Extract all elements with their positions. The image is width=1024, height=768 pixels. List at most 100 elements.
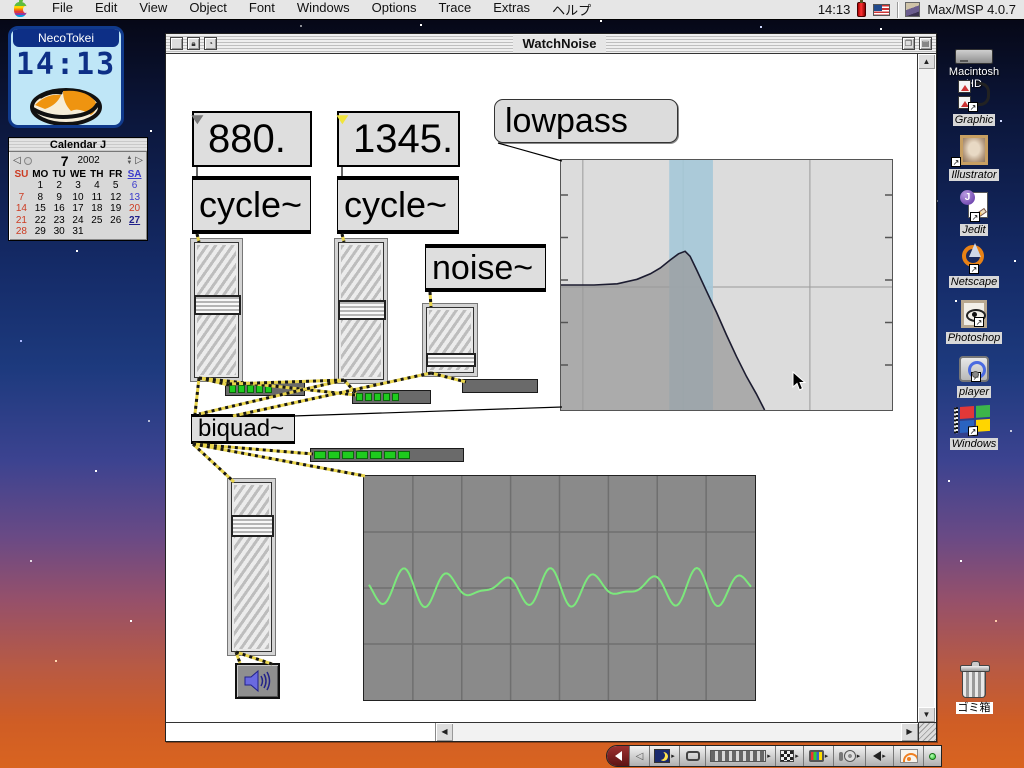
- calendar-widget[interactable]: Calendar J ◁ 7 2002 ▲▼ ▷ SUMOTUWETHFRSA1…: [8, 137, 148, 241]
- apple-menu-icon[interactable]: [14, 2, 27, 17]
- close-box-icon[interactable]: [170, 37, 183, 50]
- calendar-day[interactable]: 30: [50, 226, 69, 237]
- filtergraph-display[interactable]: [560, 159, 893, 411]
- menu-file[interactable]: File: [41, 0, 84, 21]
- file-sharing-module[interactable]: [679, 746, 705, 766]
- horizontal-scroll-track[interactable]: [453, 723, 901, 741]
- desktop-icon-windows[interactable]: ↗ Windows: [941, 402, 1007, 452]
- slider-thumb[interactable]: [426, 353, 476, 367]
- order-dial-icon[interactable]: ◔︎: [204, 37, 217, 50]
- vertical-scroll-track[interactable]: [918, 69, 934, 707]
- object-box-biquad[interactable]: biquad~: [191, 414, 295, 444]
- gain-slider-1[interactable]: [194, 242, 239, 378]
- desktop-icon-netscape[interactable]: ↗ Netscape: [941, 240, 1007, 290]
- calendar-day[interactable]: 4: [87, 180, 106, 191]
- calendar-prev-arrow[interactable]: ◁: [13, 155, 21, 166]
- calendar-day[interactable]: 3: [69, 180, 88, 191]
- umenu-filter-mode[interactable]: lowpass: [494, 99, 678, 143]
- calendar-day[interactable]: 15: [31, 203, 50, 214]
- energy-saver-module[interactable]: ▸: [649, 746, 679, 766]
- vertical-scrollbar[interactable]: ▲ ▼: [917, 54, 934, 722]
- calendar-day[interactable]: 2: [50, 180, 69, 191]
- calendar-next-arrow[interactable]: ▷: [135, 155, 143, 166]
- menu-font[interactable]: Font: [238, 0, 286, 21]
- menu-extras[interactable]: Extras: [482, 0, 541, 21]
- calendar-day[interactable]: 5: [106, 180, 125, 191]
- calendar-day[interactable]: 12: [106, 192, 125, 203]
- menubar-clock[interactable]: 14:13: [818, 2, 851, 17]
- lock-icon[interactable]: 🔒︎: [187, 37, 200, 50]
- window-titlebar[interactable]: 🔒︎ ◔︎ WatchNoise ❐︎ ▤︎: [166, 34, 936, 54]
- desktop-icon-jedit[interactable]: J ↗ Jedit: [941, 188, 1007, 238]
- control-strip-tab[interactable]: [607, 746, 629, 766]
- calendar-day[interactable]: 29: [31, 226, 50, 237]
- calendar-day[interactable]: 8: [31, 192, 50, 203]
- application-menu-icon[interactable]: [905, 2, 920, 17]
- scroll-down-arrow-icon[interactable]: ▼: [918, 707, 935, 722]
- calendar-day[interactable]: 18: [87, 203, 106, 214]
- slider-thumb[interactable]: [231, 515, 274, 537]
- calendar-day[interactable]: 17: [69, 203, 88, 214]
- calendar-day[interactable]: 26: [106, 215, 125, 226]
- calendar-day[interactable]: 9: [50, 192, 69, 203]
- horizontal-scrollbar[interactable]: ◀ ▶: [436, 723, 918, 741]
- calendar-day[interactable]: 28: [12, 226, 31, 237]
- menu-trace[interactable]: Trace: [427, 0, 482, 21]
- scroll-right-arrow-icon[interactable]: ▶: [901, 723, 918, 741]
- menu-object[interactable]: Object: [178, 0, 238, 21]
- menu-options[interactable]: Options: [361, 0, 428, 21]
- object-box-noise[interactable]: noise~: [425, 244, 546, 292]
- calendar-today-button[interactable]: [24, 157, 32, 165]
- calendar-day[interactable]: 7: [12, 192, 31, 203]
- calendar-day[interactable]: 21: [12, 215, 31, 226]
- desktop-icon-photoshop[interactable]: ↗ Photoshop: [941, 296, 1007, 346]
- calendar-year-stepper[interactable]: ▲▼: [126, 156, 132, 166]
- control-strip-hide-button[interactable]: ◁: [629, 746, 649, 766]
- keyboard-flag-icon[interactable]: [873, 4, 890, 16]
- menu-edit[interactable]: Edit: [84, 0, 128, 21]
- desktop-icon-player[interactable]: ↗ player: [941, 350, 1007, 400]
- color-depth-module[interactable]: ▸: [775, 746, 803, 766]
- menu-view[interactable]: View: [128, 0, 178, 21]
- calendar-day[interactable]: 22: [31, 215, 50, 226]
- battery-icon[interactable]: [857, 2, 866, 17]
- slider-thumb[interactable]: [338, 300, 386, 320]
- necotokei-clock-widget[interactable]: NecoTokei 14:13: [8, 26, 124, 128]
- desktop-icon-graphic[interactable]: ↗ Graphic: [941, 78, 1007, 128]
- calendar-day[interactable]: 1: [31, 180, 50, 191]
- calendar-day[interactable]: 20: [125, 203, 144, 214]
- calendar-day[interactable]: 10: [69, 192, 88, 203]
- calendar-day[interactable]: 19: [106, 203, 125, 214]
- object-box-cycle-2[interactable]: cycle~: [337, 176, 459, 234]
- calendar-day[interactable]: 24: [69, 215, 88, 226]
- windowshade-icon[interactable]: ▤︎: [919, 37, 932, 50]
- number-box-frequency-2[interactable]: 1345.: [337, 111, 460, 167]
- output-volume-slider[interactable]: [231, 482, 272, 652]
- desktop-icon-trash[interactable]: ゴミ箱: [941, 662, 1007, 716]
- sound-input-module[interactable]: ▸: [833, 746, 865, 766]
- calendar-day[interactable]: 13: [125, 192, 144, 203]
- calendar-day[interactable]: 14: [12, 203, 31, 214]
- scroll-left-arrow-icon[interactable]: ◀: [436, 723, 453, 741]
- object-box-cycle-1[interactable]: cycle~: [192, 176, 311, 234]
- gain-slider-2[interactable]: [338, 242, 384, 380]
- airport-signal-module[interactable]: [893, 746, 923, 766]
- calendar-day[interactable]: 11: [87, 192, 106, 203]
- calendar-day[interactable]: 6: [125, 180, 144, 191]
- monitor-colors-module[interactable]: ▸: [803, 746, 833, 766]
- gain-slider-noise[interactable]: [426, 307, 474, 373]
- calendar-day[interactable]: 25: [87, 215, 106, 226]
- calendar-day[interactable]: 31: [69, 226, 88, 237]
- zoom-box-icon[interactable]: ❐︎: [902, 37, 915, 50]
- scroll-up-arrow-icon[interactable]: ▲: [918, 54, 935, 69]
- calendar-day[interactable]: 23: [50, 215, 69, 226]
- calendar-day[interactable]: 16: [50, 203, 69, 214]
- slider-thumb[interactable]: [194, 295, 241, 315]
- desktop-icon-illustrator[interactable]: ↗ Illustrator: [941, 133, 1007, 183]
- ezdac-speaker-button[interactable]: [235, 663, 280, 699]
- monitor-resolution-module[interactable]: ▸: [705, 746, 775, 766]
- menu-windows[interactable]: Windows: [286, 0, 361, 21]
- application-menu-label[interactable]: Max/MSP 4.0.7: [927, 2, 1016, 17]
- window-resize-grip[interactable]: [918, 723, 936, 741]
- menu-help[interactable]: ヘルプ: [541, 0, 602, 21]
